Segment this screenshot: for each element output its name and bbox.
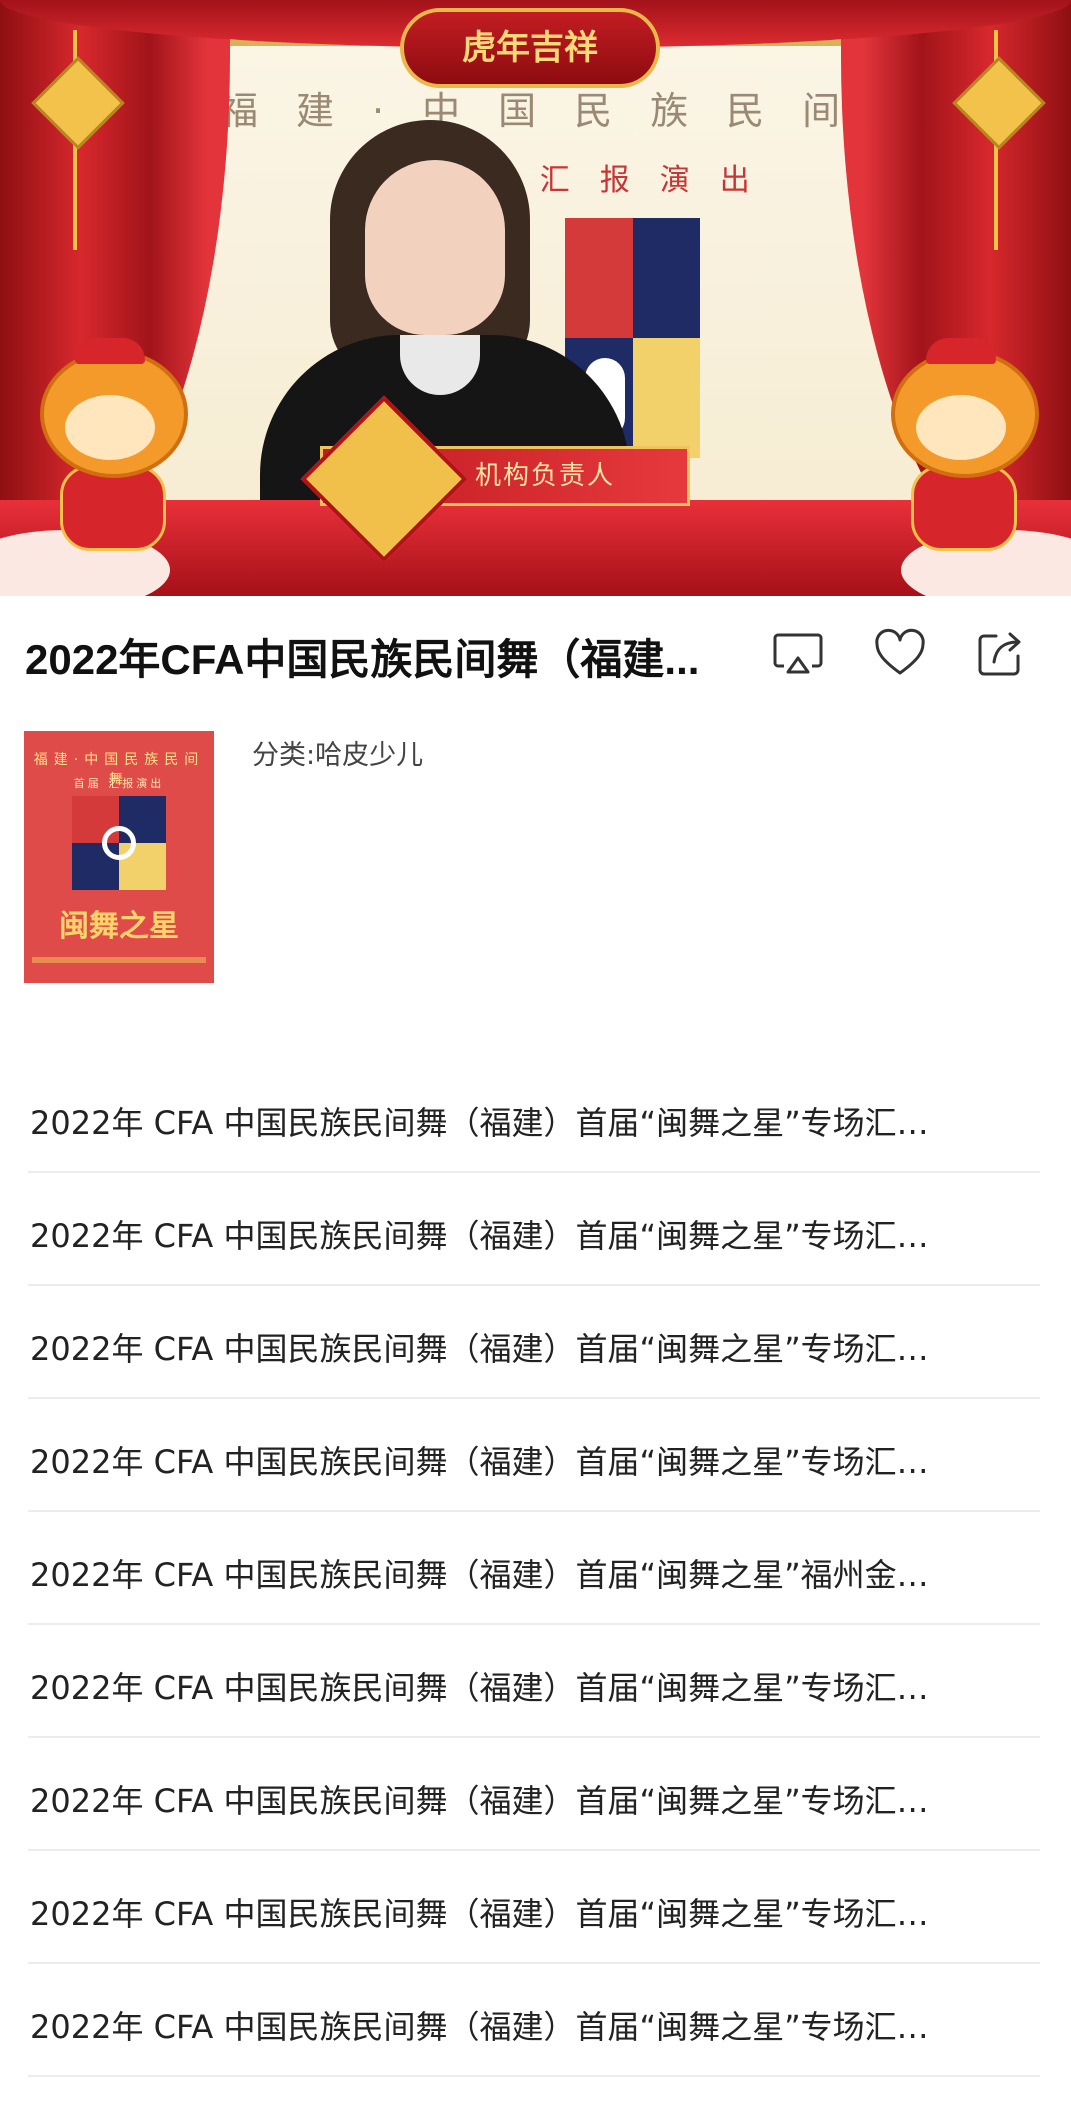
episode-title: 2022年 CFA 中国民族民间舞（福建）首届“闽舞之星”专场汇… (30, 1782, 929, 1820)
cover-footer (32, 957, 206, 963)
tiger-mascot-icon (30, 338, 190, 551)
episode-item[interactable]: 2022年 CFA 中国民族民间舞（福建）首届“闽舞之星”专场汇… (28, 1286, 1040, 1399)
episode-item[interactable]: 2022年 CFA 中国民族民间舞（福建）首届“闽舞之星”福州金… (28, 1512, 1040, 1625)
year-of-tiger-logo: 虎年吉祥 (400, 8, 660, 88)
heart-icon (875, 628, 925, 675)
airplay-icon (773, 633, 823, 674)
cover-name: 闽舞之星 (59, 909, 179, 944)
video-player[interactable]: 福建·中国民族民间舞 首届 汇报演出 虎年吉祥 机构负责人 (0, 0, 1071, 596)
episode-item[interactable]: 2022年 CFA 中国民族民间舞（福建）首届“闽舞之星”专场汇… (28, 1625, 1040, 1738)
episode-list: 2022年 CFA 中国民族民间舞（福建）首届“闽舞之星”专场汇… 2022年 … (28, 1060, 1040, 2077)
episode-item[interactable]: 2022年 CFA 中国民族民间舞（福建）首届“闽舞之星”专场汇… (28, 1851, 1040, 1964)
title-row: 2022年CFA中国民族民间舞（福建... (0, 596, 1071, 706)
chinese-knot-icon (946, 30, 1046, 250)
episode-item[interactable]: 2022年 CFA 中国民族民间舞（福建）首届“闽舞之星”专场汇… (28, 1399, 1040, 1512)
episode-item[interactable]: 2022年 CFA 中国民族民间舞（福建）首届“闽舞之星”专场汇… (28, 1173, 1040, 1286)
episode-item[interactable]: 2022年 CFA 中国民族民间舞（福建）首届“闽舞之星”专场汇… (28, 1964, 1040, 2077)
episode-title: 2022年 CFA 中国民族民间舞（福建）首届“闽舞之星”专场汇… (30, 2008, 929, 2046)
episode-item[interactable]: 2022年 CFA 中国民族民间舞（福建）首届“闽舞之星”专场汇… (28, 1060, 1040, 1173)
episode-title: 2022年 CFA 中国民族民间舞（福建）首届“闽舞之星”专场汇… (30, 1104, 929, 1142)
episode-title: 2022年 CFA 中国民族民间舞（福建）首届“闽舞之星”福州金… (30, 1556, 929, 1594)
episode-title: 2022年 CFA 中国民族民间舞（福建）首届“闽舞之星”专场汇… (30, 1669, 929, 1707)
favorite-button[interactable] (872, 626, 928, 682)
episode-title: 2022年 CFA 中国民族民间舞（福建）首届“闽舞之星”专场汇… (30, 1895, 929, 1933)
episode-title: 2022年 CFA 中国民族民间舞（福建）首届“闽舞之星”专场汇… (30, 1217, 929, 1255)
chinese-knot-icon (25, 30, 125, 250)
episode-title: 2022年 CFA 中国民族民间舞（福建）首届“闽舞之星”专场汇… (30, 1330, 929, 1368)
cover-subtitle: 首届 汇报演出 (73, 777, 165, 790)
episode-item[interactable]: 2022年 CFA 中国民族民间舞（福建）首届“闽舞之星”专场汇… (28, 1738, 1040, 1851)
share-icon (978, 632, 1021, 676)
cover-art (72, 796, 166, 890)
category-label[interactable]: 分类:哈皮少儿 (252, 733, 423, 772)
album-cover[interactable]: 福建·中国民族民间舞 首届 汇报演出 闽舞之星 (24, 731, 214, 983)
video-title: 2022年CFA中国民族民间舞（福建... (25, 636, 700, 683)
episode-title: 2022年 CFA 中国民族民间舞（福建）首届“闽舞之星”专场汇… (30, 1443, 929, 1481)
tiger-mascot-icon (881, 338, 1041, 551)
airplay-button[interactable] (770, 626, 826, 682)
share-button[interactable] (972, 626, 1028, 682)
